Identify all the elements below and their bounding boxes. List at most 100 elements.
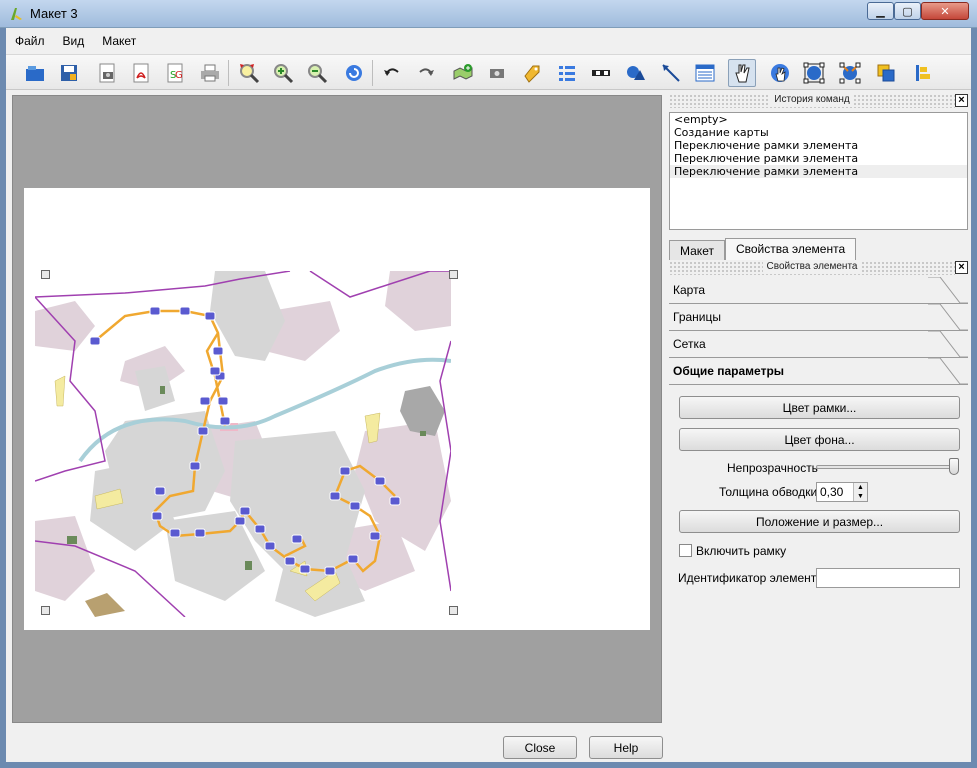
outline-width-spinbox[interactable]: ▲ ▼: [816, 482, 868, 502]
transit-stop-marker: [329, 491, 341, 501]
history-item[interactable]: Переключение рамки элемента: [670, 139, 967, 152]
refresh-button[interactable]: [340, 59, 368, 87]
export-pdf-button[interactable]: [127, 59, 155, 87]
add-arrow-icon: [662, 64, 680, 82]
add-arrow-button[interactable]: [657, 59, 685, 87]
selection-handle[interactable]: [41, 270, 50, 279]
menu-bar: Файл Вид Макет: [6, 32, 145, 52]
add-shape-button[interactable]: [621, 59, 649, 87]
export-image-button[interactable]: [93, 59, 121, 87]
transit-stop-marker: [151, 511, 163, 521]
add-map-icon: [453, 64, 473, 80]
menu-view[interactable]: Вид: [54, 32, 94, 52]
section-general[interactable]: Общие параметры: [669, 358, 968, 385]
redo-icon: [419, 68, 434, 76]
undo-button[interactable]: [378, 59, 406, 87]
history-item[interactable]: <empty>: [670, 113, 967, 126]
layout-canvas[interactable]: [12, 95, 662, 723]
save-icon: [61, 65, 77, 81]
command-history-list[interactable]: <empty> Создание карты Переключение рамк…: [669, 112, 968, 230]
export-svg-icon: SG: [167, 63, 183, 83]
transit-stop-marker: [347, 554, 359, 564]
history-dock-title: История команд: [669, 94, 955, 108]
transit-stop-marker: [194, 528, 206, 538]
section-grid[interactable]: Сетка: [669, 331, 968, 358]
toolbar-separator: [372, 60, 373, 86]
section-map[interactable]: Карта: [669, 277, 968, 304]
history-close-button[interactable]: ×: [955, 94, 968, 107]
add-image-button[interactable]: [483, 59, 511, 87]
transit-stop-marker: [254, 524, 266, 534]
spin-down-icon[interactable]: ▼: [854, 492, 867, 501]
open-button[interactable]: [21, 59, 49, 87]
move-content-button[interactable]: [766, 59, 794, 87]
transit-stop-marker: [339, 466, 351, 476]
menu-layout[interactable]: Макет: [93, 32, 145, 52]
save-button[interactable]: [55, 59, 83, 87]
title-bar: Макет 3 ▁ ▢ ✕: [0, 0, 977, 28]
transit-stop-marker: [324, 566, 336, 576]
history-item[interactable]: Переключение рамки элемента: [670, 165, 967, 178]
export-svg-button[interactable]: SG: [161, 59, 189, 87]
section-frame[interactable]: Границы: [669, 304, 968, 331]
add-table-button[interactable]: [691, 59, 719, 87]
ungroup-button[interactable]: [836, 59, 864, 87]
map-item[interactable]: [35, 271, 451, 617]
print-button[interactable]: [196, 59, 224, 87]
transit-stop-marker: [219, 416, 231, 426]
item-props-close-button[interactable]: ×: [955, 261, 968, 274]
export-pdf-icon: [133, 63, 149, 83]
align-button[interactable]: [908, 59, 936, 87]
tab-item-properties[interactable]: Свойства элемента: [724, 238, 857, 260]
qgis-logo-icon: [11, 8, 22, 20]
selection-handle[interactable]: [41, 606, 50, 615]
zoom-out-button[interactable]: [303, 59, 331, 87]
zoom-full-button[interactable]: [235, 59, 263, 87]
add-map-button[interactable]: [449, 59, 477, 87]
add-table-icon: [695, 64, 715, 82]
menu-file[interactable]: Файл: [6, 32, 54, 52]
spin-up-icon[interactable]: ▲: [854, 483, 867, 492]
ungroup-icon: [839, 62, 861, 84]
toolbar-separator: [228, 60, 229, 86]
transit-stop-marker: [291, 534, 303, 544]
enable-frame-checkbox[interactable]: [679, 544, 692, 557]
select-move-button[interactable]: [728, 59, 756, 87]
close-window-button[interactable]: ✕: [921, 2, 969, 20]
zoom-in-button[interactable]: [269, 59, 297, 87]
item-id-input[interactable]: [816, 568, 960, 588]
background-color-button[interactable]: Цвет фона...: [679, 428, 960, 451]
frame-color-button[interactable]: Цвет рамки...: [679, 396, 960, 419]
undo-icon: [384, 68, 399, 76]
help-button[interactable]: Help: [589, 736, 663, 759]
minimize-icon: ▁: [876, 5, 885, 18]
transit-stop-marker: [204, 311, 216, 321]
opacity-label: Непрозрачность: [727, 461, 818, 475]
opacity-slider-handle[interactable]: [949, 458, 959, 475]
transit-stop-marker: [189, 461, 201, 471]
add-legend-icon: [559, 66, 575, 81]
zoom-out-icon: [308, 64, 328, 84]
outline-width-input[interactable]: [817, 483, 851, 501]
zoom-full-icon: [240, 64, 260, 84]
close-icon: ×: [958, 261, 965, 273]
add-legend-button[interactable]: [553, 59, 581, 87]
add-scalebar-button[interactable]: [587, 59, 615, 87]
redo-button[interactable]: [412, 59, 440, 87]
add-label-button[interactable]: [518, 59, 546, 87]
group-button[interactable]: [800, 59, 828, 87]
position-size-button[interactable]: Положение и размер...: [679, 510, 960, 533]
minimize-button[interactable]: ▁: [867, 2, 894, 20]
selection-handle[interactable]: [449, 606, 458, 615]
history-item[interactable]: Переключение рамки элемента: [670, 152, 967, 165]
selection-handle[interactable]: [449, 270, 458, 279]
maximize-button[interactable]: ▢: [894, 2, 921, 20]
raise-lower-icon: [877, 64, 895, 82]
opacity-slider[interactable]: [816, 465, 958, 469]
tab-layout[interactable]: Макет: [669, 240, 725, 260]
close-button[interactable]: Close: [503, 736, 577, 759]
history-item[interactable]: Создание карты: [670, 126, 967, 139]
toolbar: SG: [6, 54, 971, 90]
raise-lower-button[interactable]: [872, 59, 900, 87]
add-scalebar-icon: [592, 70, 610, 76]
